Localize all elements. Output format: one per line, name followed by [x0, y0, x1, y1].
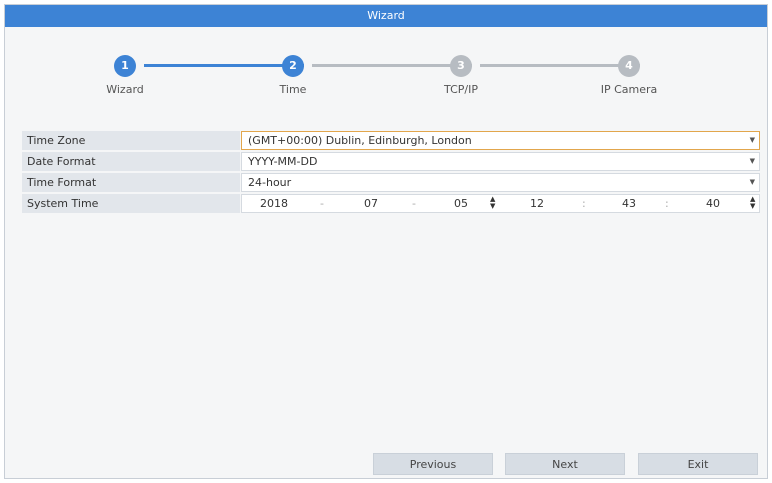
time-zone-value: (GMT+00:00) Dublin, Edinburgh, London [248, 134, 472, 147]
previous-button[interactable]: Previous [373, 453, 493, 475]
wizard-window: Wizard 1 2 3 4 Wizard Time TCP/IP IP Cam… [4, 4, 768, 479]
wizard-steps: 1 2 3 4 Wizard Time TCP/IP IP Camera [5, 27, 767, 117]
day-field[interactable]: 05 [450, 195, 472, 212]
window-title: Wizard [5, 5, 767, 27]
chevron-down-icon: ▼ [749, 136, 755, 144]
step-2-circle: 2 [282, 55, 304, 77]
date-separator: - [320, 197, 324, 210]
step-2-label: Time [279, 83, 307, 96]
system-time-field: 2018 - 07 - 05 ▲ ▼ 12 : 43 : 40 ▲ ▼ [241, 194, 760, 213]
step-3-circle: 3 [450, 55, 472, 77]
chevron-down-icon: ▼ [749, 157, 755, 165]
date-format-label: Date Format [22, 152, 240, 171]
time-zone-label: Time Zone [22, 131, 240, 150]
time-zone-select[interactable]: (GMT+00:00) Dublin, Edinburgh, London ▼ [241, 131, 760, 150]
date-spinner-icon[interactable]: ▲ ▼ [490, 196, 495, 210]
system-time-label: System Time [22, 194, 240, 213]
step-3-label: TCP/IP [444, 83, 478, 96]
chevron-down-icon: ▼ [749, 178, 755, 186]
time-format-select[interactable]: 24-hour ▼ [241, 173, 760, 192]
wizard-buttons: Previous Next Exit [5, 453, 767, 475]
step-4-label: IP Camera [600, 83, 658, 96]
step-connector-1-2 [144, 64, 304, 67]
time-zone-row: Time Zone (GMT+00:00) Dublin, Edinburgh,… [22, 131, 760, 150]
exit-button[interactable]: Exit [638, 453, 758, 475]
time-separator: : [582, 197, 586, 210]
time-format-label: Time Format [22, 173, 240, 192]
date-separator: - [412, 197, 416, 210]
time-format-value: 24-hour [248, 176, 292, 189]
step-1-label: Wizard [106, 83, 144, 96]
date-format-value: YYYY-MM-DD [248, 155, 318, 168]
system-time-row: System Time 2018 - 07 - 05 ▲ ▼ 12 : 43 : … [22, 194, 760, 213]
date-format-select[interactable]: YYYY-MM-DD ▼ [241, 152, 760, 171]
step-connector-2-3 [312, 64, 472, 67]
month-field[interactable]: 07 [360, 195, 382, 212]
date-format-row: Date Format YYYY-MM-DD ▼ [22, 152, 760, 171]
time-separator: : [665, 197, 669, 210]
year-field[interactable]: 2018 [256, 195, 292, 212]
step-1-circle: 1 [114, 55, 136, 77]
step-connector-3-4 [480, 64, 640, 67]
next-button[interactable]: Next [505, 453, 625, 475]
step-4-circle: 4 [618, 55, 640, 77]
time-spinner-icon[interactable]: ▲ ▼ [750, 196, 755, 210]
second-field[interactable]: 40 [702, 195, 724, 212]
hour-field[interactable]: 12 [526, 195, 548, 212]
time-settings-form: Time Zone (GMT+00:00) Dublin, Edinburgh,… [22, 131, 760, 215]
minute-field[interactable]: 43 [618, 195, 640, 212]
time-format-row: Time Format 24-hour ▼ [22, 173, 760, 192]
